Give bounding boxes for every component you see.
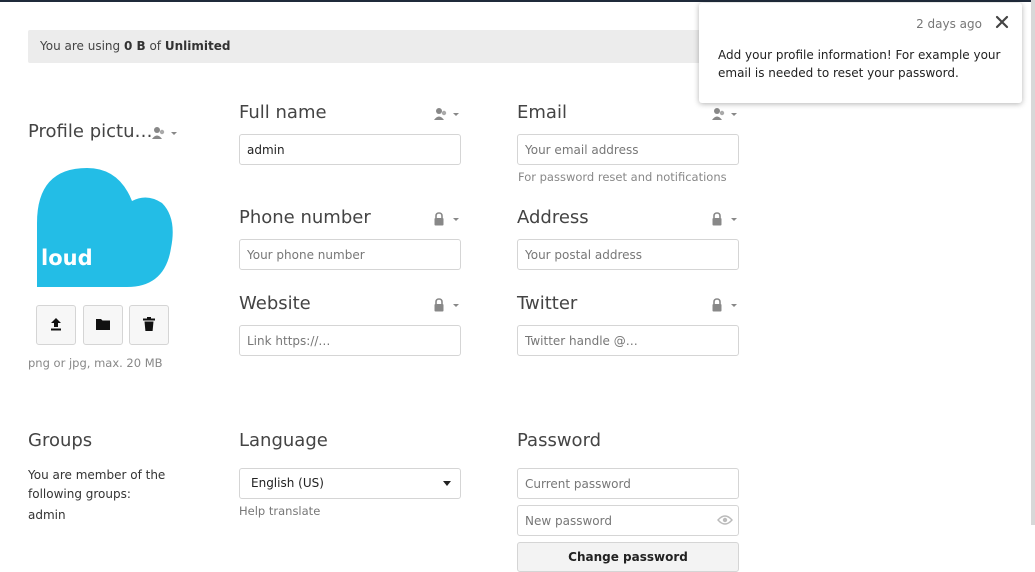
upload-avatar-button[interactable] — [36, 305, 76, 345]
full-name-label: Full name — [239, 102, 327, 123]
contacts-scope-icon[interactable] — [151, 126, 177, 140]
quota-bar: You are using 0 B of Unlimited — [28, 30, 708, 63]
email-label: Email — [517, 102, 567, 123]
change-password-button[interactable]: Change password — [517, 542, 739, 572]
upload-icon — [49, 317, 63, 334]
quota-total: Unlimited — [164, 39, 231, 53]
phone-input[interactable] — [239, 239, 461, 270]
twitter-label: Twitter — [517, 293, 578, 314]
avatar: loud — [37, 163, 173, 287]
quota-mid: of — [145, 39, 165, 53]
notification-toast: 2 days ago Add your profile information!… — [699, 3, 1022, 103]
quota-used: 0 B — [123, 39, 146, 53]
folder-icon — [96, 318, 110, 333]
choose-from-files-button[interactable] — [83, 305, 123, 345]
quota-prefix: You are using — [40, 39, 124, 53]
email-input[interactable] — [517, 134, 739, 165]
address-label: Address — [517, 207, 589, 228]
group-item: admin — [28, 508, 66, 522]
close-icon[interactable] — [994, 14, 1010, 30]
address-input[interactable] — [517, 239, 739, 270]
lock-icon[interactable] — [711, 298, 737, 312]
help-translate-link[interactable]: Help translate — [239, 504, 320, 518]
password-title: Password — [517, 430, 602, 451]
email-hint: For password reset and notifications — [518, 170, 727, 184]
trash-icon — [143, 316, 155, 334]
current-password-input[interactable] — [517, 468, 739, 499]
contacts-scope-icon[interactable] — [711, 107, 737, 121]
full-name-input[interactable] — [239, 134, 461, 165]
top-bar — [0, 0, 1035, 2]
language-title: Language — [239, 430, 328, 451]
caret-down-icon — [443, 481, 451, 486]
remove-avatar-button[interactable] — [129, 305, 169, 345]
groups-title: Groups — [28, 430, 93, 451]
contacts-scope-icon[interactable] — [433, 107, 459, 121]
website-input[interactable] — [239, 325, 461, 356]
lock-icon[interactable] — [433, 298, 459, 312]
avatar-hint: png or jpg, max. 20 MB — [28, 356, 163, 370]
eye-icon[interactable] — [717, 514, 733, 526]
language-selected: English (US) — [251, 476, 324, 490]
avatar-logo-text: loud — [41, 246, 93, 270]
phone-label: Phone number — [239, 207, 371, 228]
notification-message: Add your profile information! For exampl… — [718, 48, 1001, 80]
profile-picture-title: Profile pictu… — [28, 121, 153, 142]
groups-description: You are member of the following groups: — [28, 468, 166, 501]
twitter-input[interactable] — [517, 325, 739, 356]
language-select[interactable]: English (US) — [239, 468, 461, 499]
lock-icon[interactable] — [433, 212, 459, 226]
lock-icon[interactable] — [711, 212, 737, 226]
new-password-input[interactable] — [517, 505, 739, 536]
notification-time: 2 days ago — [916, 17, 982, 31]
website-label: Website — [239, 293, 311, 314]
scrollbar[interactable] — [1031, 0, 1035, 525]
